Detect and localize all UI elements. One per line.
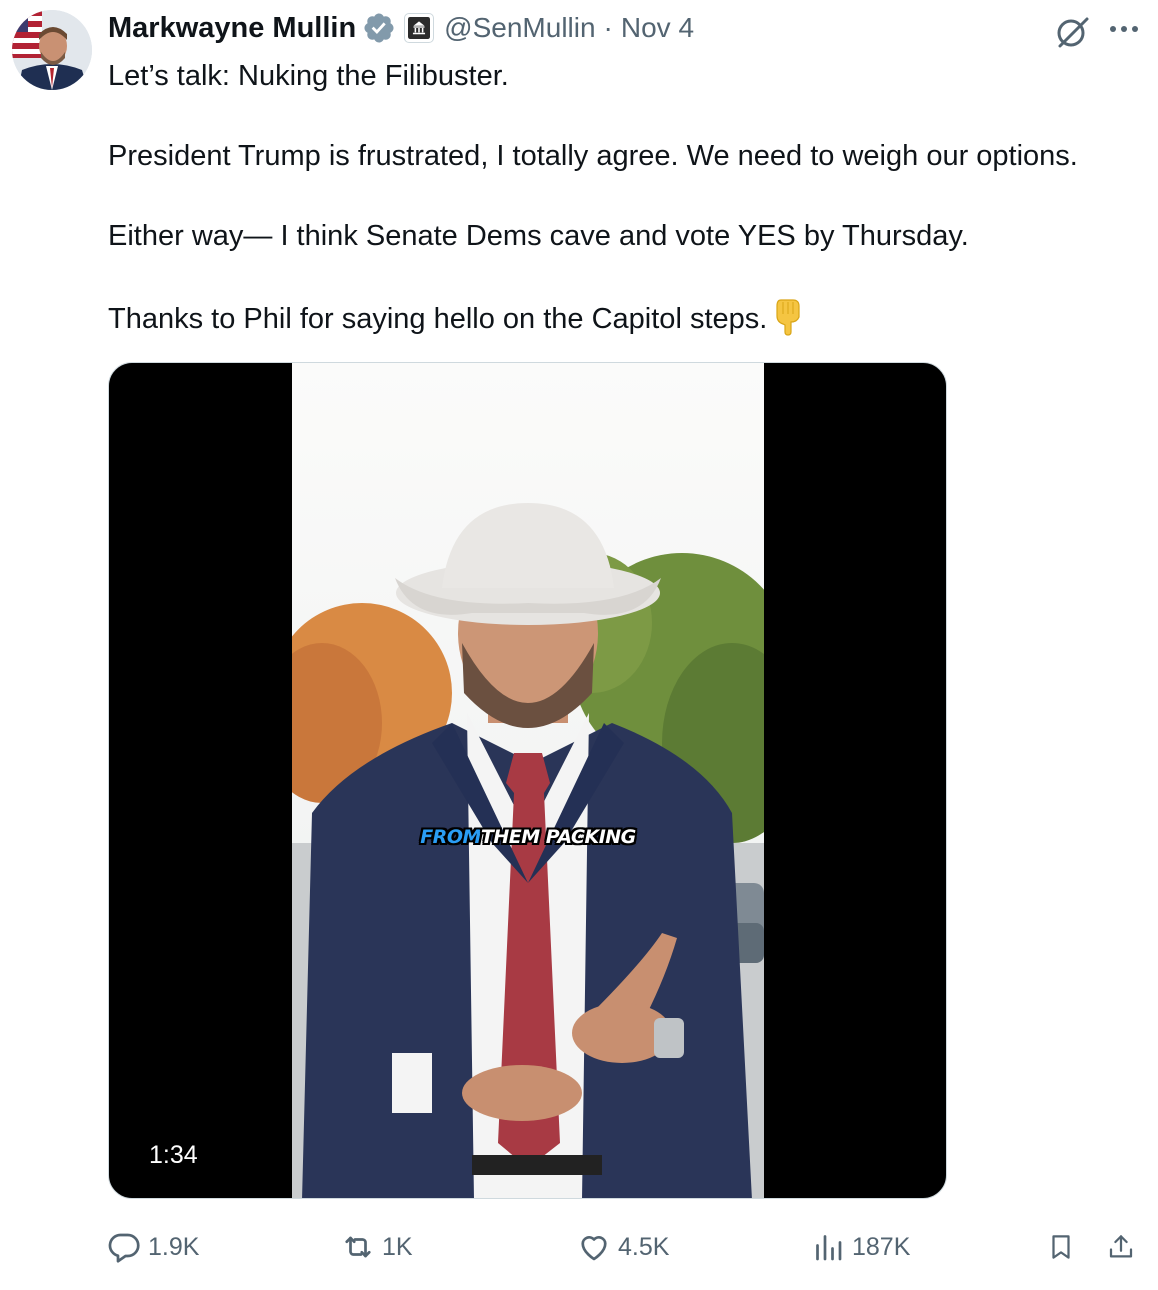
avatar-image [12, 10, 92, 90]
caption-rest: THEM PACKING [480, 826, 636, 848]
tweet-text-line-2: President Trump is frustrated, I totally… [108, 140, 1078, 172]
like-button[interactable]: 4.5K [576, 1222, 669, 1272]
tweet-text-line-4-text: Thanks to Phil for saying hello on the C… [108, 303, 768, 335]
video-duration: 1:34 [139, 1136, 208, 1174]
tweet-text-line-3: Either way— I think Senate Dems cave and… [108, 220, 969, 252]
like-count: 4.5K [618, 1232, 670, 1261]
avatar[interactable] [12, 10, 92, 90]
reply-button[interactable]: 1.9K [106, 1222, 199, 1272]
caption-highlight: FROM [420, 826, 481, 848]
more-dots-icon[interactable] [1106, 14, 1142, 44]
author-handle[interactable]: @SenMullin [444, 12, 595, 44]
tweet[interactable]: Markwayne Mullin @SenMullin · Nov 4 Let’… [0, 0, 1158, 1290]
repost-icon [345, 1236, 371, 1258]
video-frame: FROMTHEM PACKING [292, 363, 764, 1198]
reply-icon [108, 1233, 140, 1263]
tweet-text-line-4: Thanks to Phil for saying hello on the C… [108, 298, 1153, 337]
repost-count: 1K [382, 1232, 413, 1261]
views-button[interactable]: 187K [810, 1222, 910, 1272]
repost-button[interactable]: 1K [340, 1222, 413, 1272]
reply-count: 1.9K [148, 1232, 200, 1261]
author-name[interactable]: Markwayne Mullin [108, 12, 356, 45]
video-player[interactable]: FROMTHEM PACKING 1:34 [108, 362, 947, 1199]
separator-dot: · [603, 12, 613, 43]
views-count: 187K [852, 1232, 911, 1261]
bookmark-icon[interactable] [1046, 1222, 1082, 1272]
verified-badge-icon[interactable] [362, 11, 396, 45]
share-icon[interactable] [1106, 1222, 1142, 1272]
views-chart-icon [816, 1235, 842, 1261]
video-caption: FROMTHEM PACKING [292, 826, 764, 848]
tweet-text-line-1: Let’s talk: Nuking the Filibuster. [108, 60, 509, 92]
action-bar: 1.9K 1K 4.5K 187K [0, 1222, 1158, 1272]
tweet-header: Markwayne Mullin @SenMullin · Nov 4 [108, 8, 694, 48]
pointing-down-emoji-icon [773, 298, 803, 336]
heart-icon [581, 1236, 607, 1261]
tweet-date[interactable]: Nov 4 [621, 12, 694, 44]
capitol-building-icon[interactable] [404, 13, 435, 43]
grok-icon[interactable] [1054, 14, 1092, 50]
